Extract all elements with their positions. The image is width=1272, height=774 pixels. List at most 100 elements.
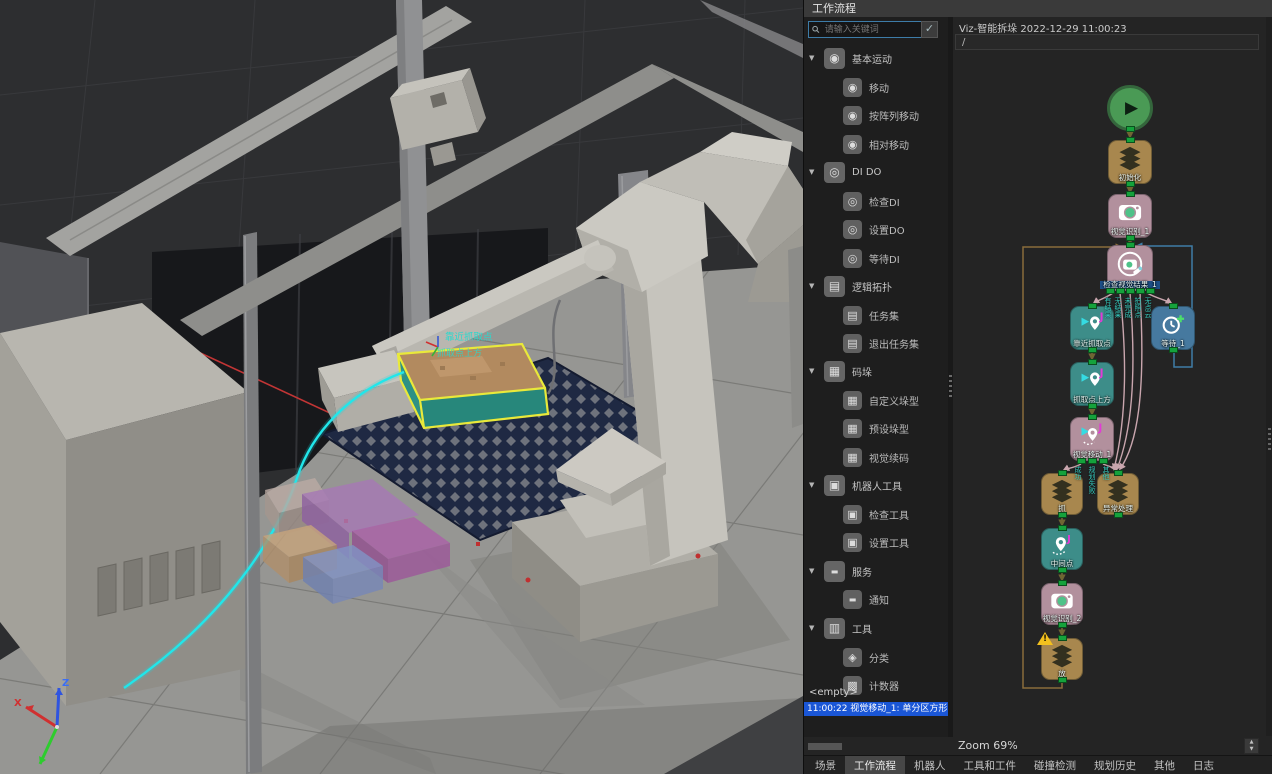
zoom-level: Zoom 69% xyxy=(958,739,1018,752)
output-port[interactable] xyxy=(1126,126,1135,132)
tab-collision-detection[interactable]: 碰撞检测 xyxy=(1025,756,1085,774)
output-port[interactable] xyxy=(1088,403,1097,409)
input-port[interactable] xyxy=(1126,137,1135,143)
output-port[interactable] xyxy=(1114,512,1123,518)
pallet-custom-icon xyxy=(843,391,862,410)
search-input[interactable] xyxy=(823,24,918,36)
flow-node-mid-point[interactable]: J 中间点 xyxy=(1041,528,1083,570)
tab-scene[interactable]: 场景 xyxy=(806,756,845,774)
tree-item-vision-continue[interactable]: 视觉续码 xyxy=(804,443,948,471)
tree-group-basic-motion[interactable]: ▼基本运动 xyxy=(804,44,948,72)
input-port[interactable] xyxy=(1169,303,1178,309)
flow-node-place[interactable]: 放 xyxy=(1041,638,1083,680)
input-port[interactable] xyxy=(1088,303,1097,309)
horizontal-scrollbar[interactable] xyxy=(808,743,842,750)
workflow-panel: 工作流程 ▼基本运动 移动 按阵列移动 相对移动 ▼DI DO 检查DI 设置D… xyxy=(803,0,1272,774)
output-port[interactable] xyxy=(1077,458,1086,464)
edge-label: 无点云 xyxy=(1144,297,1151,318)
tree-item-task-set[interactable]: 任务集 xyxy=(804,301,948,329)
circle-icon xyxy=(824,162,845,183)
tab-robot[interactable]: 机器人 xyxy=(905,756,955,774)
chevron-down-icon: ▼ xyxy=(809,567,817,575)
log-empty-text: <empty> xyxy=(809,687,858,698)
tree-item-custom-pattern[interactable]: 自定义垛型 xyxy=(804,386,948,414)
tree-group-tools[interactable]: ▼工具 xyxy=(804,614,948,642)
tree-group-palletizing[interactable]: ▼码垛 xyxy=(804,357,948,385)
search-box[interactable] xyxy=(808,21,922,38)
output-port[interactable] xyxy=(1058,567,1067,573)
tree-group-logic[interactable]: ▼逻辑拓扑 xyxy=(804,272,948,300)
input-port[interactable] xyxy=(1058,580,1067,586)
input-port[interactable] xyxy=(1114,470,1123,476)
di-wait-icon xyxy=(843,249,862,268)
flow-node-wait[interactable]: 等待_1 xyxy=(1151,306,1195,350)
tree-item-classify[interactable]: 分类 xyxy=(804,643,948,671)
output-port[interactable] xyxy=(1058,622,1067,628)
edge-label: 无结果 xyxy=(1114,297,1121,318)
di-check-icon xyxy=(843,192,862,211)
tree-item-wait-di[interactable]: 等待DI xyxy=(804,244,948,272)
input-port[interactable] xyxy=(1088,359,1097,365)
zoom-stepper[interactable]: ▲▼ xyxy=(1244,738,1259,754)
tree-item-check-di[interactable]: 检查DI xyxy=(804,187,948,215)
output-port[interactable] xyxy=(1126,181,1135,187)
svg-text:J: J xyxy=(1066,534,1071,545)
tool-set-icon xyxy=(843,533,862,552)
output-port[interactable] xyxy=(1126,235,1135,241)
tree-item-array-move[interactable]: 按阵列移动 xyxy=(804,101,948,129)
tab-others[interactable]: 其他 xyxy=(1145,756,1184,774)
input-port[interactable] xyxy=(1058,470,1067,476)
flow-node-start[interactable]: ▶ xyxy=(1107,85,1153,131)
flow-node-vision-recognition-1[interactable]: 视觉识别_1 xyxy=(1108,194,1152,238)
output-port[interactable] xyxy=(1116,288,1125,294)
3d-viewport[interactable]: 靠近抓取点 抓取点上方 X Z xyxy=(0,0,803,774)
tree-item-check-tool[interactable]: 检查工具 xyxy=(804,500,948,528)
filter-checkbox[interactable] xyxy=(921,21,938,38)
input-port[interactable] xyxy=(1126,191,1135,197)
tree-group-service[interactable]: ▼服务 xyxy=(804,557,948,585)
flow-node-vision-move[interactable]: J 视觉移动_1 xyxy=(1070,417,1114,461)
tab-log[interactable]: 日志 xyxy=(1184,756,1223,774)
output-port[interactable] xyxy=(1146,288,1155,294)
layers-icon xyxy=(1049,642,1076,669)
edge-label: 拍照点 xyxy=(1134,297,1141,318)
right-scrollbar[interactable] xyxy=(1266,17,1272,736)
input-port[interactable] xyxy=(1126,242,1135,248)
flow-node-above-pick-point[interactable]: J 抓取点上方 xyxy=(1070,362,1114,406)
layers-icon xyxy=(1105,477,1132,504)
output-port[interactable] xyxy=(1106,288,1115,294)
tree-item-preset-pattern[interactable]: 预设垛型 xyxy=(804,414,948,442)
tree-group-di-do[interactable]: ▼DI DO xyxy=(804,158,948,186)
output-port[interactable] xyxy=(1058,512,1067,518)
tab-tools-workpieces[interactable]: 工具和工件 xyxy=(955,756,1026,774)
output-port[interactable] xyxy=(1088,347,1097,353)
pin-array-icon xyxy=(843,106,862,125)
output-port[interactable] xyxy=(1058,677,1067,683)
do-set-icon xyxy=(843,220,862,239)
edge-label: 规划失败 xyxy=(1088,466,1095,494)
output-port[interactable] xyxy=(1088,458,1097,464)
tree-item-exit-task-set[interactable]: 退出任务集 xyxy=(804,329,948,357)
tree-group-robot-tool[interactable]: ▼机器人工具 xyxy=(804,471,948,499)
flowchart-canvas[interactable]: Viz-智能拆垛 2022-12-29 11:00:23 / xyxy=(953,17,1264,736)
breadcrumb[interactable]: / xyxy=(955,34,1259,50)
tab-planning-history[interactable]: 规划历史 xyxy=(1085,756,1145,774)
output-port[interactable] xyxy=(1099,458,1108,464)
tree-item-move[interactable]: 移动 xyxy=(804,73,948,101)
flow-node-initialize[interactable]: 初始化 xyxy=(1108,140,1152,184)
tree-item-set-tool[interactable]: 设置工具 xyxy=(804,528,948,556)
tree-item-set-do[interactable]: 设置DO xyxy=(804,215,948,243)
service-icon xyxy=(824,561,845,582)
output-port[interactable] xyxy=(1136,288,1145,294)
input-port[interactable] xyxy=(1058,525,1067,531)
input-port[interactable] xyxy=(1058,635,1067,641)
log-highlight-entry[interactable]: 11:00:22 视觉移动_1: 单分区方形 xyxy=(804,702,948,716)
tree-item-relative-move[interactable]: 相对移动 xyxy=(804,130,948,158)
tab-workflow[interactable]: 工作流程 xyxy=(845,756,905,774)
output-port[interactable] xyxy=(1169,347,1178,353)
flow-node-vision-recognition-2[interactable]: 视觉识别_2 xyxy=(1041,583,1083,625)
flow-node-check-vision-result[interactable]: 检查视觉结果_1 xyxy=(1107,245,1153,291)
output-port[interactable] xyxy=(1126,288,1135,294)
tree-item-notify[interactable]: 通知 xyxy=(804,585,948,613)
input-port[interactable] xyxy=(1088,414,1097,420)
